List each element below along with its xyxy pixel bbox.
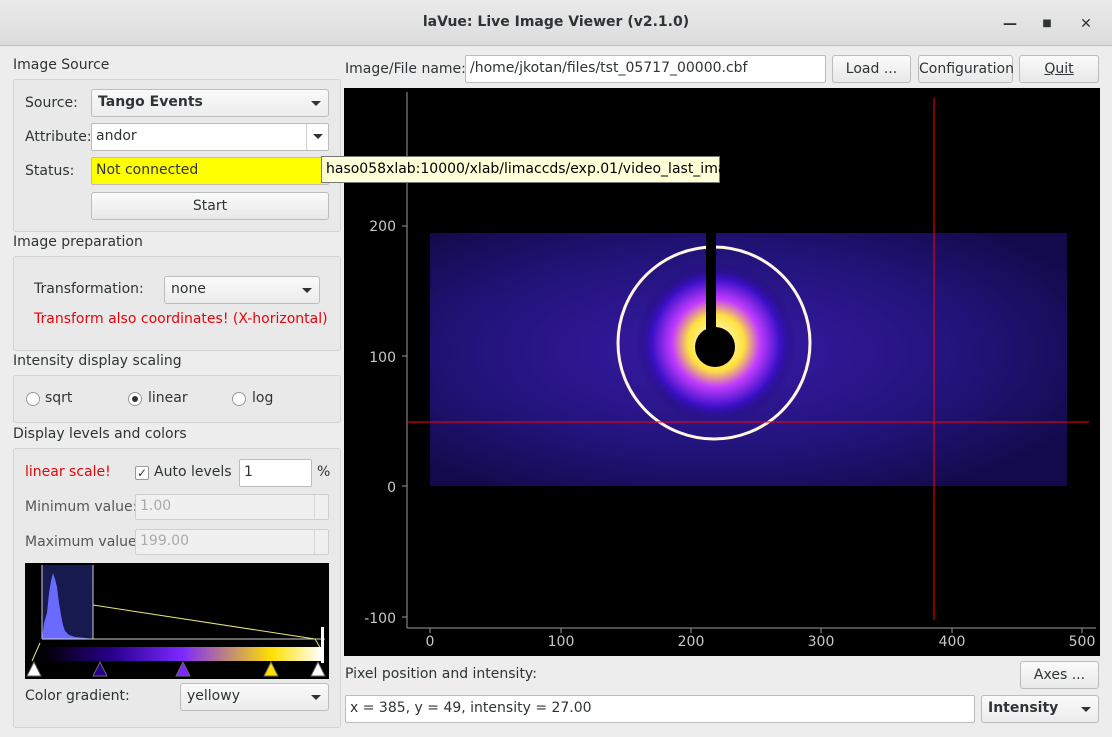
maximum-value-spinbox: 199.00 (135, 529, 329, 555)
log-radio-label[interactable]: log (252, 390, 273, 406)
minimum-value-spinbox: 1.00 (135, 494, 329, 520)
x-tick-label: 400 (939, 634, 966, 650)
auto-levels-label[interactable]: Auto levels (154, 464, 232, 480)
spin-arrows-icon (314, 530, 328, 554)
start-button[interactable]: Start (91, 192, 329, 220)
status-label: Status: (25, 163, 75, 179)
image-source-heading: Image Source (13, 57, 110, 73)
sqrt-radio[interactable] (26, 392, 40, 406)
file-name-label: Image/File name: (345, 61, 466, 77)
transformation-value: none (171, 281, 206, 297)
color-gradient-select[interactable]: yellowy (180, 683, 329, 711)
beamstop (695, 327, 735, 367)
gradient-bar (42, 647, 322, 661)
minimum-value-label: Minimum value: (25, 499, 138, 515)
histogram-gradient-editor[interactable] (25, 563, 329, 679)
file-path-input[interactable]: /home/jkotan/files/tst_05717_00000.cbf (465, 55, 826, 83)
attribute-tooltip: haso058xlab:10000/xlab/limaccds/exp.01/v… (321, 156, 744, 183)
source-value: Tango Events (98, 94, 203, 110)
auto-levels-input[interactable]: 1 (239, 459, 312, 487)
title-bar: laVue: Live Image Viewer (v2.1.0) — ■ ✕ (0, 0, 1112, 46)
sqrt-radio-label[interactable]: sqrt (45, 390, 72, 406)
maximize-button[interactable]: ■ (1035, 12, 1059, 36)
linear-radio-label[interactable]: linear (148, 390, 188, 406)
transform-warning: Transform also coordinates! (X-horizonta… (34, 311, 328, 327)
display-levels-heading: Display levels and colors (13, 426, 187, 442)
pixel-info-field: x = 385, y = 49, intensity = 27.00 (345, 695, 975, 723)
intensity-mode-value: Intensity (988, 700, 1059, 716)
file-path-value: /home/jkotan/files/tst_05717_00000.cbf (470, 60, 748, 76)
minimize-button[interactable]: — (998, 12, 1022, 36)
load-button[interactable]: Load ... (832, 55, 911, 83)
attribute-dropdown-button[interactable] (306, 124, 328, 150)
y-tick-label: 100 (369, 350, 396, 366)
attribute-combo[interactable]: andor (91, 123, 329, 151)
transformation-select[interactable]: none (164, 276, 320, 304)
attribute-label: Attribute: (25, 129, 92, 145)
chevron-down-icon (302, 288, 312, 293)
intensity-scaling-heading: Intensity display scaling (13, 353, 182, 369)
axes-button[interactable]: Axes ... (1020, 661, 1099, 689)
transformation-label: Transformation: (34, 281, 144, 297)
linear-radio[interactable] (128, 392, 142, 406)
pixel-info-value: x = 385, y = 49, intensity = 27.00 (350, 700, 592, 716)
x-tick-label: 200 (678, 634, 705, 650)
x-tick-label: 100 (548, 634, 575, 650)
chevron-down-icon (311, 101, 321, 106)
attribute-value: andor (96, 128, 137, 144)
y-tick-label: 0 (387, 480, 396, 496)
quit-button[interactable]: Quit (1019, 55, 1099, 83)
pixel-info-label: Pixel position and intensity: (345, 666, 537, 682)
beamstop-arm (706, 233, 716, 333)
linear-scale-note: linear scale! (25, 464, 111, 480)
maximum-value: 199.00 (140, 533, 189, 549)
spin-arrows-icon (314, 495, 328, 519)
source-label: Source: (25, 95, 78, 111)
auto-levels-value: 1 (244, 464, 253, 480)
x-tick-label: 0 (426, 634, 435, 650)
configuration-button[interactable]: Configuration (918, 55, 1014, 83)
status-field: Not connected (91, 157, 329, 185)
auto-levels-checkbox[interactable]: ✓ (135, 466, 149, 480)
status-value: Not connected (96, 162, 199, 178)
y-tick-label: 200 (369, 219, 396, 235)
x-tick-label: 500 (1069, 634, 1096, 650)
chevron-down-icon (313, 134, 323, 139)
source-select[interactable]: Tango Events (91, 89, 329, 117)
intensity-mode-select[interactable]: Intensity (981, 695, 1099, 723)
log-radio[interactable] (232, 392, 246, 406)
close-button[interactable]: ✕ (1074, 12, 1098, 36)
image-preparation-heading: Image preparation (13, 234, 143, 250)
y-tick-label: -100 (364, 611, 396, 627)
color-gradient-label: Color gradient: (25, 688, 130, 704)
x-tick-label: 300 (808, 634, 835, 650)
maximum-value-label: Maximum value: (25, 534, 142, 550)
window-title: laVue: Live Image Viewer (v2.1.0) (422, 14, 690, 30)
chevron-down-icon (311, 695, 321, 700)
percent-label: % (317, 464, 331, 480)
chevron-down-icon (1081, 707, 1091, 712)
minimum-value: 1.00 (140, 498, 172, 514)
color-gradient-value: yellowy (187, 688, 240, 704)
